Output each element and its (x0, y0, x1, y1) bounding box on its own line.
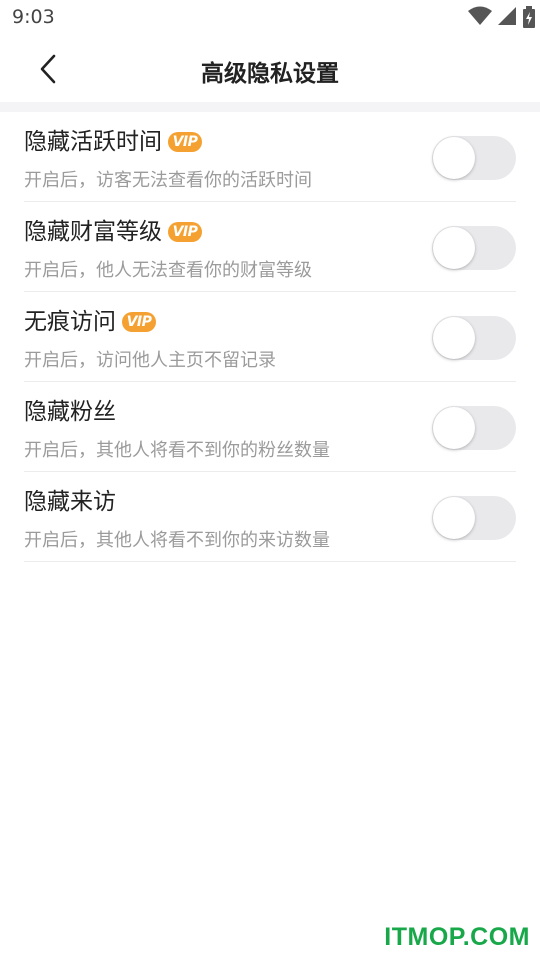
hide-visits-toggle[interactable] (432, 496, 516, 540)
vip-badge: VIP (168, 222, 202, 242)
setting-description: 开启后，访问他人主页不留记录 (24, 350, 276, 371)
vip-badge: VIP (122, 312, 156, 332)
header: 高级隐私设置 (0, 36, 540, 102)
setting-row-hide-wealth-level: 隐藏财富等级 VIP 开启后，他人无法查看你的财富等级 (24, 202, 516, 292)
incognito-visit-toggle[interactable] (432, 316, 516, 360)
setting-row-hide-fans: 隐藏粉丝 开启后，其他人将看不到你的粉丝数量 (24, 382, 516, 472)
setting-description: 开启后，访客无法查看你的活跃时间 (24, 170, 312, 191)
setting-description: 开启后，他人无法查看你的财富等级 (24, 260, 312, 281)
toggle-knob (433, 227, 475, 269)
setting-description: 开启后，其他人将看不到你的粉丝数量 (24, 440, 330, 461)
watermark: ITMOP.COM (384, 923, 530, 951)
hide-active-time-toggle[interactable] (432, 136, 516, 180)
hide-wealth-level-toggle[interactable] (432, 226, 516, 270)
toggle-knob (433, 137, 475, 179)
signal-icon (498, 7, 516, 25)
setting-title: 无痕访问 (24, 309, 116, 335)
vip-badge: VIP (168, 132, 202, 152)
header-divider (0, 102, 540, 112)
toggle-knob (433, 497, 475, 539)
setting-title: 隐藏粉丝 (24, 399, 116, 425)
settings-list: 隐藏活跃时间 VIP 开启后，访客无法查看你的活跃时间 隐藏财富等级 VIP 开… (24, 112, 516, 562)
setting-description: 开启后，其他人将看不到你的来访数量 (24, 530, 330, 551)
setting-title: 隐藏财富等级 (24, 219, 162, 245)
setting-row-hide-visits: 隐藏来访 开启后，其他人将看不到你的来访数量 (24, 472, 516, 562)
setting-title: 隐藏活跃时间 (24, 129, 162, 155)
wifi-icon (468, 6, 492, 25)
page-title: 高级隐私设置 (201, 61, 339, 87)
toggle-knob (433, 407, 475, 449)
setting-row-incognito-visit: 无痕访问 VIP 开启后，访问他人主页不留记录 (24, 292, 516, 382)
battery-icon (523, 6, 535, 28)
toggle-knob (433, 317, 475, 359)
status-time: 9:03 (12, 6, 55, 28)
status-bar: 9:03 (0, 0, 540, 36)
hide-fans-toggle[interactable] (432, 406, 516, 450)
setting-row-hide-active-time: 隐藏活跃时间 VIP 开启后，访客无法查看你的活跃时间 (24, 112, 516, 202)
setting-title: 隐藏来访 (24, 489, 116, 515)
